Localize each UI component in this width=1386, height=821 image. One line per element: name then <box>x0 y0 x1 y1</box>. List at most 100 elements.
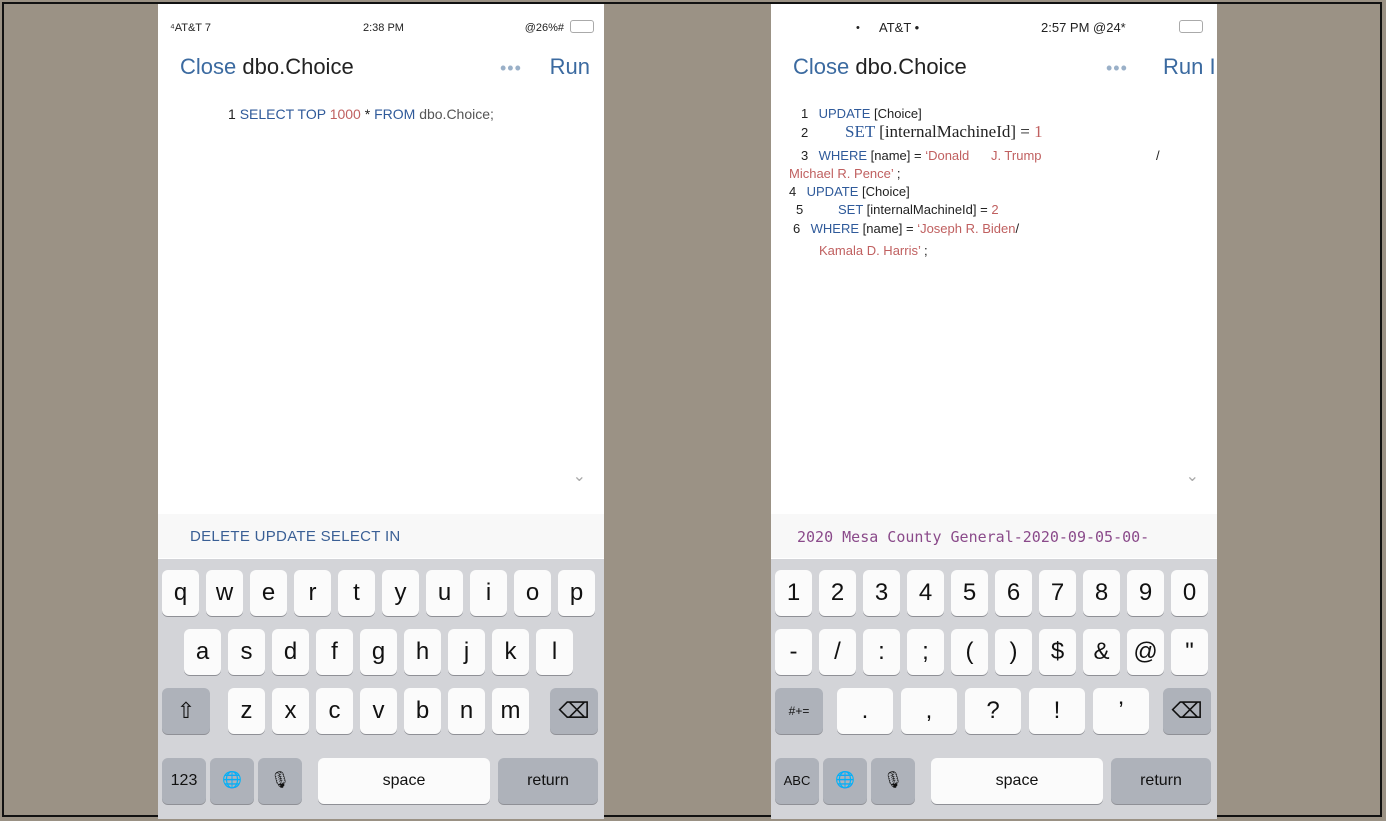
code-text: [name] = <box>859 221 918 236</box>
key-3[interactable]: 3 <box>863 570 900 616</box>
key-j[interactable]: j <box>448 629 485 675</box>
code-text: [Choice] <box>870 106 922 121</box>
keyword: WHERE <box>818 148 868 163</box>
keyboard: q w e r t y u i o p a s d f g h j k l ⇧ … <box>158 559 604 819</box>
key-at[interactable]: @ <box>1127 629 1164 675</box>
terminator: ; <box>893 166 901 181</box>
key-open-paren[interactable]: ( <box>951 629 988 675</box>
close-button[interactable]: Close dbo.Choice <box>793 54 967 80</box>
key-y[interactable]: y <box>382 570 419 616</box>
symbols-key[interactable]: #+= <box>775 688 823 734</box>
key-5[interactable]: 5 <box>951 570 988 616</box>
key-o[interactable]: o <box>514 570 551 616</box>
key-6[interactable]: 6 <box>995 570 1032 616</box>
carrier-label: AT&T • <box>879 20 920 35</box>
key-8[interactable]: 8 <box>1083 570 1120 616</box>
key-b[interactable]: b <box>404 688 441 734</box>
key-k[interactable]: k <box>492 629 529 675</box>
key-g[interactable]: g <box>360 629 397 675</box>
key-i[interactable]: i <box>470 570 507 616</box>
key-comma[interactable]: , <box>901 688 957 734</box>
key-9[interactable]: 9 <box>1127 570 1164 616</box>
chevron-down-icon[interactable]: ⌄ <box>573 466 586 486</box>
key-w[interactable]: w <box>206 570 243 616</box>
key-quote[interactable]: " <box>1171 629 1208 675</box>
code-line-3-cont: Michael R. Pence’ ; <box>789 166 901 181</box>
keyword: SET <box>845 122 875 141</box>
key-1[interactable]: 1 <box>775 570 812 616</box>
key-n[interactable]: n <box>448 688 485 734</box>
microphone-icon[interactable]: 🎙 <box>258 758 302 804</box>
sql-editor[interactable]: 1 UPDATE [Choice] 2 SET [internalMachineI… <box>771 100 1217 480</box>
key-u[interactable]: u <box>426 570 463 616</box>
separator: / <box>1156 148 1160 163</box>
key-semicolon[interactable]: ; <box>907 629 944 675</box>
code-text: [Choice] <box>858 184 910 199</box>
space-key[interactable]: space <box>318 758 490 804</box>
code-line-1: 1 SELECT TOP 1000 * FROM dbo.Choice; <box>228 106 494 122</box>
database-suggestion[interactable]: 2020 Mesa County General-2020-09-05-00- <box>797 528 1149 546</box>
key-2[interactable]: 2 <box>819 570 856 616</box>
shift-key[interactable]: ⇧ <box>162 688 210 734</box>
letters-key[interactable]: ABC <box>775 758 819 804</box>
string-value: Kamala D. Harris’ <box>819 243 921 258</box>
key-0[interactable]: 0 <box>1171 570 1208 616</box>
key-q[interactable]: q <box>162 570 199 616</box>
return-key[interactable]: return <box>498 758 598 804</box>
line-number: 1 <box>801 106 809 121</box>
battery-icon <box>1179 20 1203 33</box>
keyword-suggestions[interactable]: DELETE UPDATE SELECT IN <box>190 528 401 545</box>
key-minus[interactable]: - <box>775 629 812 675</box>
microphone-icon[interactable]: 🎙 <box>871 758 915 804</box>
key-h[interactable]: h <box>404 629 441 675</box>
key-a[interactable]: a <box>184 629 221 675</box>
backspace-icon[interactable]: ⌫ <box>550 688 598 734</box>
key-ampersand[interactable]: & <box>1083 629 1120 675</box>
run-button[interactable]: Run I <box>1163 54 1216 80</box>
key-colon[interactable]: : <box>863 629 900 675</box>
key-slash[interactable]: / <box>819 629 856 675</box>
key-p[interactable]: p <box>558 570 595 616</box>
key-s[interactable]: s <box>228 629 265 675</box>
key-v[interactable]: v <box>360 688 397 734</box>
key-question[interactable]: ? <box>965 688 1021 734</box>
status-bar: • AT&T • 2:57 PM @24* <box>771 4 1217 48</box>
key-m[interactable]: m <box>492 688 529 734</box>
key-c[interactable]: c <box>316 688 353 734</box>
key-close-paren[interactable]: ) <box>995 629 1032 675</box>
key-f[interactable]: f <box>316 629 353 675</box>
line-number: 1 <box>228 106 236 122</box>
close-button[interactable]: Close dbo.Choice <box>180 54 354 80</box>
key-e[interactable]: e <box>250 570 287 616</box>
run-button[interactable]: Run <box>550 54 590 80</box>
more-icon[interactable]: ••• <box>1106 58 1128 79</box>
key-dollar[interactable]: $ <box>1039 629 1076 675</box>
backspace-icon[interactable]: ⌫ <box>1163 688 1211 734</box>
key-period[interactable]: . <box>837 688 893 734</box>
key-l[interactable]: l <box>536 629 573 675</box>
key-x[interactable]: x <box>272 688 309 734</box>
more-icon[interactable]: ••• <box>500 58 522 79</box>
code-text: [name] = <box>867 148 926 163</box>
key-4[interactable]: 4 <box>907 570 944 616</box>
space-key[interactable]: space <box>931 758 1103 804</box>
keyword-select: SELECT TOP <box>239 106 326 122</box>
globe-icon[interactable]: 🌐 <box>210 758 254 804</box>
key-r[interactable]: r <box>294 570 331 616</box>
chevron-down-icon[interactable]: ⌄ <box>1186 466 1199 486</box>
key-d[interactable]: d <box>272 629 309 675</box>
value: 2 <box>991 202 999 217</box>
return-key[interactable]: return <box>1111 758 1211 804</box>
key-z[interactable]: z <box>228 688 265 734</box>
key-7[interactable]: 7 <box>1039 570 1076 616</box>
keyboard: 1 2 3 4 5 6 7 8 9 0 - / : ; ( ) $ & @ " … <box>771 559 1217 819</box>
key-apostrophe[interactable]: ’ <box>1093 688 1149 734</box>
suggestion-bar: 2020 Mesa County General-2020-09-05-00- <box>771 514 1217 558</box>
line-number: 3 <box>801 148 809 163</box>
close-label: Close <box>180 54 237 79</box>
numbers-key[interactable]: 123 <box>162 758 206 804</box>
key-exclamation[interactable]: ! <box>1029 688 1085 734</box>
key-t[interactable]: t <box>338 570 375 616</box>
sql-editor[interactable]: 1 SELECT TOP 1000 * FROM dbo.Choice; <box>158 100 604 480</box>
globe-icon[interactable]: 🌐 <box>823 758 867 804</box>
